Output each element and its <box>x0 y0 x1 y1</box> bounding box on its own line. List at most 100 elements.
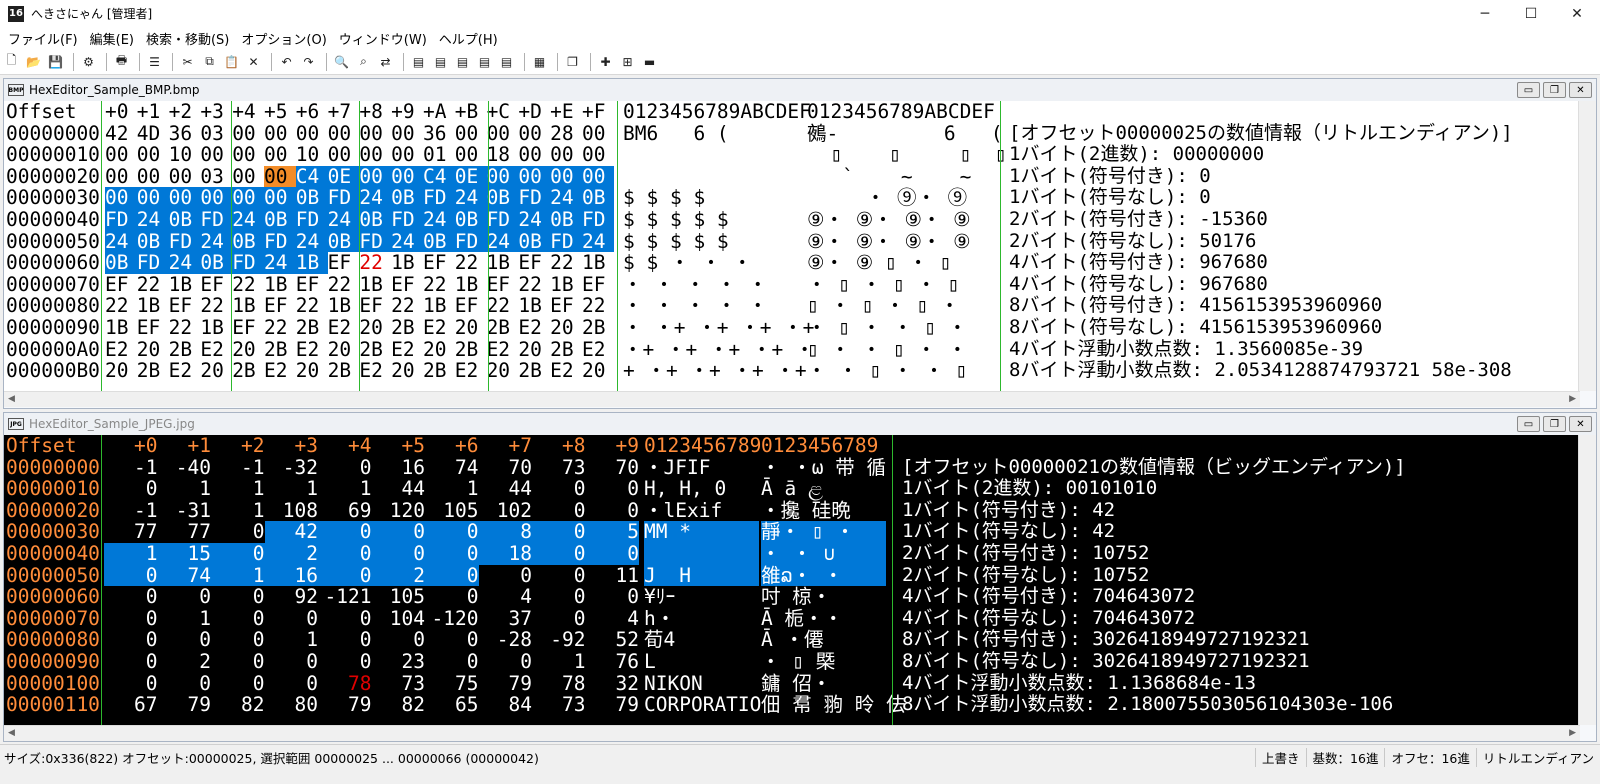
hex-byte[interactable]: 20 <box>582 360 614 382</box>
hex-byte[interactable]: EF <box>518 252 550 274</box>
scroll-left-icon[interactable]: ◀ <box>8 728 15 738</box>
ascii-row[interactable]: J H <box>644 564 759 587</box>
decimal-byte[interactable]: -92 <box>532 629 585 651</box>
hex-byte[interactable]: 20 <box>518 338 550 361</box>
decimal-byte[interactable]: -121 <box>318 586 372 608</box>
hex-byte[interactable]: 0B <box>486 187 519 209</box>
decimal-byte[interactable]: 77 <box>104 521 157 543</box>
hex-row[interactable]: 00 00 00 00 00 00 0B FD 24 0B FD 24 0B FD 24 0B <box>105 187 615 209</box>
hex-byte[interactable]: 24 <box>550 187 582 209</box>
decimal-row[interactable]: 0 1 0 0 0 104 -120 37 0 4 <box>104 608 639 630</box>
decimal-byte[interactable]: 0 <box>104 651 158 673</box>
decimal-byte[interactable]: 0 <box>318 456 372 479</box>
decimal-byte[interactable]: 37 <box>479 608 532 630</box>
hex-byte[interactable]: 24 <box>295 230 328 253</box>
hex-byte[interactable]: FD <box>295 209 328 231</box>
hex-byte[interactable]: 24 <box>168 252 201 274</box>
jpeg-close-button[interactable]: ✕ <box>1569 416 1592 432</box>
decimal-byte[interactable]: 0 <box>586 500 639 522</box>
bmp-sjis-column[interactable]: 0123456789ABCDEF 鵺- 6 ( ▯ ▯ ▯ ▯ ` ~ ~ ・ ⑨… <box>807 101 1007 382</box>
ascii-row[interactable]: 荀4 <box>644 629 759 651</box>
hex-byte[interactable]: 24 <box>486 230 519 253</box>
hex-byte[interactable]: 1B <box>200 317 232 339</box>
ascii-row[interactable]: CORPORATIO <box>644 694 761 716</box>
hex-byte[interactable]: 00 <box>359 144 391 166</box>
hex-byte[interactable]: 03 <box>200 122 232 145</box>
decimal-byte[interactable]: 0 <box>265 608 318 630</box>
hex-byte[interactable]: 1B <box>105 317 137 339</box>
hex-byte[interactable]: 24 <box>359 187 392 209</box>
decimal-byte[interactable]: 1 <box>425 478 479 500</box>
replace-icon[interactable]: ⇄ <box>376 52 395 71</box>
hex-byte[interactable]: EF <box>296 274 328 296</box>
jpeg-ascii-column[interactable]: 0123456789 ・JFIF H, H, 0 ・lExif MM * J H ¥ﾘｰ h・… <box>644 435 761 716</box>
hex-byte[interactable]: 00 <box>105 166 137 188</box>
hex-byte[interactable]: 0B <box>581 187 614 209</box>
hex-byte[interactable]: EF <box>582 274 614 296</box>
menu-item-0[interactable]: ファイル(F) <box>2 29 84 48</box>
find-next-icon[interactable]: ⌕ <box>354 52 373 71</box>
ascii-row[interactable]: BM6 6 ( <box>623 122 803 145</box>
hex-byte[interactable]: 00 <box>455 144 487 166</box>
hex-byte[interactable]: 03 <box>200 166 232 188</box>
decimal-byte[interactable]: 1 <box>532 651 586 673</box>
decimal-byte[interactable]: 0 <box>425 586 479 608</box>
decimal-row[interactable]: 1 15 0 2 0 0 0 18 0 0 <box>104 543 639 565</box>
hex-byte[interactable]: EF <box>264 295 296 317</box>
hex-byte[interactable]: 36 <box>169 122 201 145</box>
decimal-byte[interactable]: 52 <box>586 629 639 651</box>
decimal-byte[interactable]: 0 <box>211 586 265 608</box>
hex-byte[interactable]: 00 <box>200 144 232 166</box>
hex-byte[interactable]: 22 <box>487 295 519 317</box>
decimal-byte[interactable]: 79 <box>158 694 211 716</box>
hex-byte[interactable]: 0B <box>232 230 264 253</box>
hex-byte[interactable]: 20 <box>423 338 455 361</box>
ascii-row[interactable]: L <box>644 651 759 673</box>
hex-byte[interactable]: 0E <box>327 166 360 188</box>
decimal-byte[interactable]: 0 <box>532 586 586 608</box>
status-offset-radix[interactable]: オフセ：16進 <box>1384 748 1475 767</box>
hex-byte[interactable]: EF <box>169 295 201 317</box>
decimal-byte[interactable]: 0 <box>104 586 158 608</box>
decimal-byte[interactable]: 23 <box>372 651 425 673</box>
decimal-byte[interactable]: 44 <box>479 478 532 500</box>
hex-byte[interactable]: 2B <box>137 360 169 382</box>
hex-byte[interactable]: E2 <box>264 360 296 382</box>
hex-byte[interactable]: 24 <box>581 230 614 253</box>
hex-byte[interactable]: EF <box>487 274 519 296</box>
decimal-row[interactable]: -1 -31 1 108 69 120 105 102 0 0 <box>104 500 639 522</box>
window-icon[interactable]: ▬ <box>640 52 659 71</box>
sjis-row[interactable]: ` ~ ~ <box>807 166 997 188</box>
decimal-row[interactable]: 0 0 0 0 78 73 75 79 78 32 <box>104 672 639 695</box>
hex-byte[interactable]: FD <box>232 252 264 274</box>
hex-byte[interactable]: EF <box>391 274 423 296</box>
hex-byte[interactable]: 22 <box>200 295 232 317</box>
hex-byte[interactable]: 1B <box>295 252 328 274</box>
hex-byte[interactable]: EF <box>550 295 582 317</box>
hex-byte[interactable]: FD <box>136 252 169 274</box>
hex-byte[interactable]: 1B <box>359 274 391 296</box>
hex-byte[interactable]: 20 <box>232 338 264 361</box>
decimal-byte[interactable]: 78 <box>318 672 371 695</box>
hex-byte[interactable]: 00 <box>263 187 296 209</box>
decimal-byte[interactable]: 102 <box>479 500 532 522</box>
decimal-byte[interactable]: 1 <box>211 500 265 522</box>
hex-byte[interactable]: 00 <box>582 122 614 145</box>
hex-byte[interactable]: 00 <box>391 166 423 188</box>
decimal-byte[interactable]: 105 <box>425 500 478 522</box>
decimal-byte[interactable]: 0 <box>265 672 318 695</box>
decimal-byte[interactable]: 5 <box>585 521 639 543</box>
hex-row[interactable]: EF 22 1B EF 22 1B EF 22 1B EF 22 1B EF 22 1B EF <box>105 274 615 296</box>
sjis-row[interactable]: ⑨・ ⑨・ ⑨・ ⑨ <box>807 230 997 253</box>
cut-icon[interactable]: ✂ <box>178 52 197 71</box>
hex-byte[interactable]: 2B <box>391 317 423 339</box>
ascii-row[interactable]: ・JFIF <box>644 456 759 479</box>
hex-byte[interactable]: 2B <box>169 338 201 361</box>
decimal-byte[interactable]: 0 <box>586 478 639 500</box>
hex-byte[interactable]: E2 <box>169 360 201 382</box>
hex-byte[interactable]: 0B <box>327 230 360 253</box>
hex-byte[interactable]: 00 <box>550 144 582 166</box>
hex-byte[interactable]: 2B <box>455 338 487 361</box>
decimal-byte[interactable]: 0 <box>371 543 425 565</box>
jpeg-minimize-button[interactable]: ▭ <box>1517 416 1540 432</box>
